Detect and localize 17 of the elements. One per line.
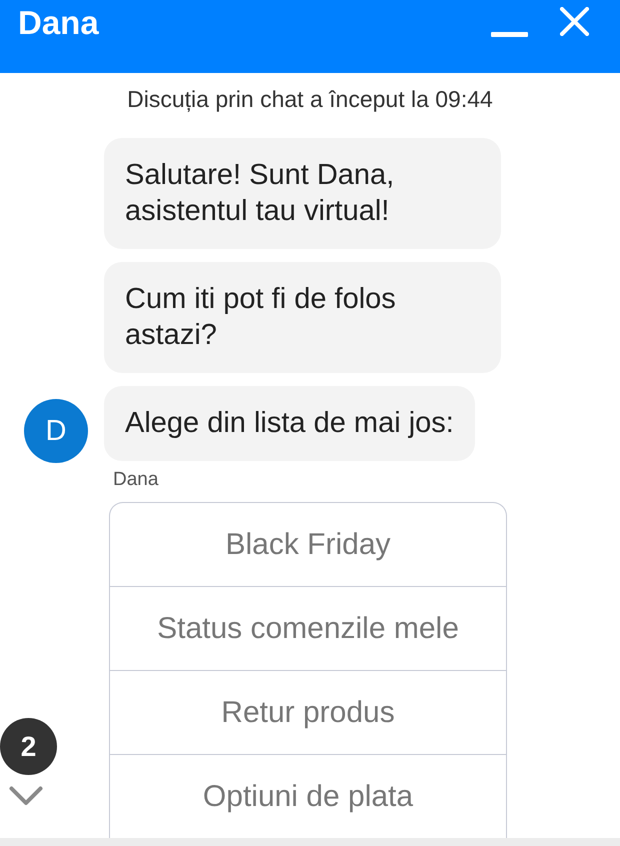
close-icon <box>560 7 589 36</box>
scroll-down-button[interactable] <box>9 786 43 807</box>
quick-reply-button[interactable]: Status comenzile mele <box>109 586 507 670</box>
quick-reply-button[interactable]: Black Friday <box>109 502 507 586</box>
quick-reply-button[interactable]: Optiuni de plata <box>109 754 507 838</box>
agent-avatar: D <box>24 399 88 463</box>
unread-count-badge: 2 <box>0 718 57 775</box>
close-button[interactable] <box>560 7 589 36</box>
agent-name-title: Dana <box>18 3 100 43</box>
chat-start-notice: Discuția prin chat a început la 09:44 <box>127 86 493 112</box>
chat-message: Alege din lista de mai jos: <box>104 386 475 461</box>
minimize-icon <box>491 32 528 37</box>
quick-reply-button[interactable]: Retur produs <box>109 670 507 754</box>
sender-name: Dana <box>113 469 158 491</box>
chat-message: Salutare! Sunt Dana, asistentul tau virtual! <box>104 138 501 249</box>
chevron-down-icon <box>9 786 43 807</box>
chat-message: Cum iti pot fi de folos astazi? <box>104 262 501 373</box>
